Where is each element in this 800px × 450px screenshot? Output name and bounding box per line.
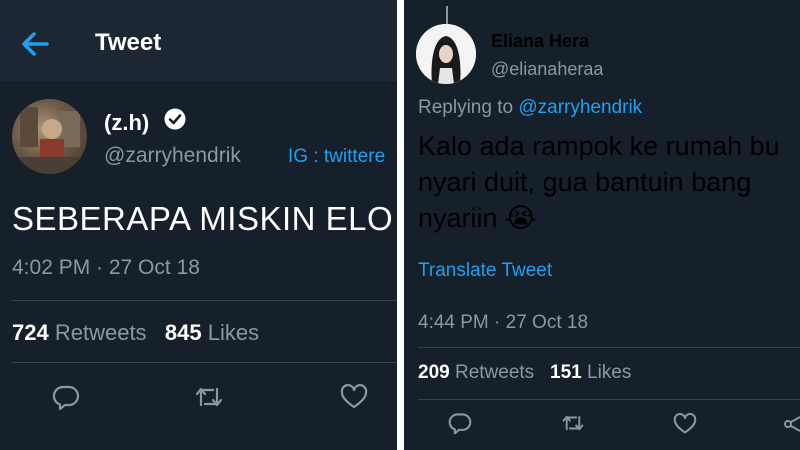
reply-icon[interactable]: [448, 411, 472, 435]
like-icon[interactable]: [340, 384, 368, 410]
tweet-text-line: nyari duit, gua bantuin bang: [418, 167, 752, 197]
avatar[interactable]: [416, 24, 476, 84]
avatar-image: [416, 24, 476, 84]
tweet-timestamp[interactable]: 4:44 PM · 27 Oct 18: [418, 312, 588, 334]
tweet-text: Kalo ada rampok ke rumah bu nyari duit, …: [418, 128, 780, 236]
divider: [418, 399, 800, 400]
likes-count[interactable]: 151: [550, 362, 582, 383]
retweet-icon[interactable]: [193, 383, 225, 411]
like-icon[interactable]: [673, 413, 697, 435]
likes-label[interactable]: Likes: [208, 320, 259, 345]
retweets-label[interactable]: Retweets: [455, 362, 534, 383]
tweet-stats: 724 Retweets 845 Likes: [12, 320, 259, 346]
share-icon[interactable]: [783, 413, 800, 435]
retweet-icon[interactable]: [560, 412, 586, 434]
replying-prefix: Replying to: [418, 97, 519, 118]
retweets-count[interactable]: 724: [12, 320, 49, 345]
reply-thread-line: [446, 6, 448, 24]
replying-to: Replying to @zarryhendrik: [418, 97, 642, 119]
tweet-stats: 209 Retweets 151 Likes: [418, 362, 631, 384]
tweet-text: SEBERAPA MISKIN ELO: [12, 200, 394, 237]
avatar-image: [12, 107, 87, 174]
bio-link[interactable]: IG : twittere: [288, 146, 385, 168]
display-name[interactable]: Eliana Hera: [491, 31, 589, 52]
top-bar: Tweet: [0, 0, 397, 83]
reply-icon[interactable]: [52, 383, 80, 411]
user-handle[interactable]: @elianaheraa: [491, 59, 603, 80]
tweet-text-line: Kalo ada rampok ke rumah bu: [418, 131, 780, 161]
retweets-count[interactable]: 209: [418, 362, 450, 383]
divider: [418, 347, 800, 348]
replying-to-handle[interactable]: @zarryhendrik: [518, 97, 642, 118]
back-arrow-icon[interactable]: [20, 30, 50, 58]
display-name[interactable]: (z.h): [104, 110, 149, 136]
likes-count[interactable]: 845: [165, 320, 202, 345]
divider: [12, 362, 397, 363]
translate-tweet-link[interactable]: Translate Tweet: [418, 260, 552, 282]
avatar[interactable]: [12, 99, 87, 174]
page-title: Tweet: [95, 29, 162, 56]
tweet-timestamp[interactable]: 4:02 PM · 27 Oct 18: [12, 256, 200, 280]
tweet-text-line: nyariin 😭: [418, 203, 537, 233]
user-handle[interactable]: @zarryhendrik: [104, 144, 241, 168]
likes-label[interactable]: Likes: [587, 362, 631, 383]
retweets-label[interactable]: Retweets: [55, 320, 147, 345]
divider: [12, 300, 397, 301]
verified-badge-icon: [164, 108, 186, 130]
left-tweet-panel: Tweet (z.h) @zarryhendrik IG : twittere …: [0, 0, 397, 450]
